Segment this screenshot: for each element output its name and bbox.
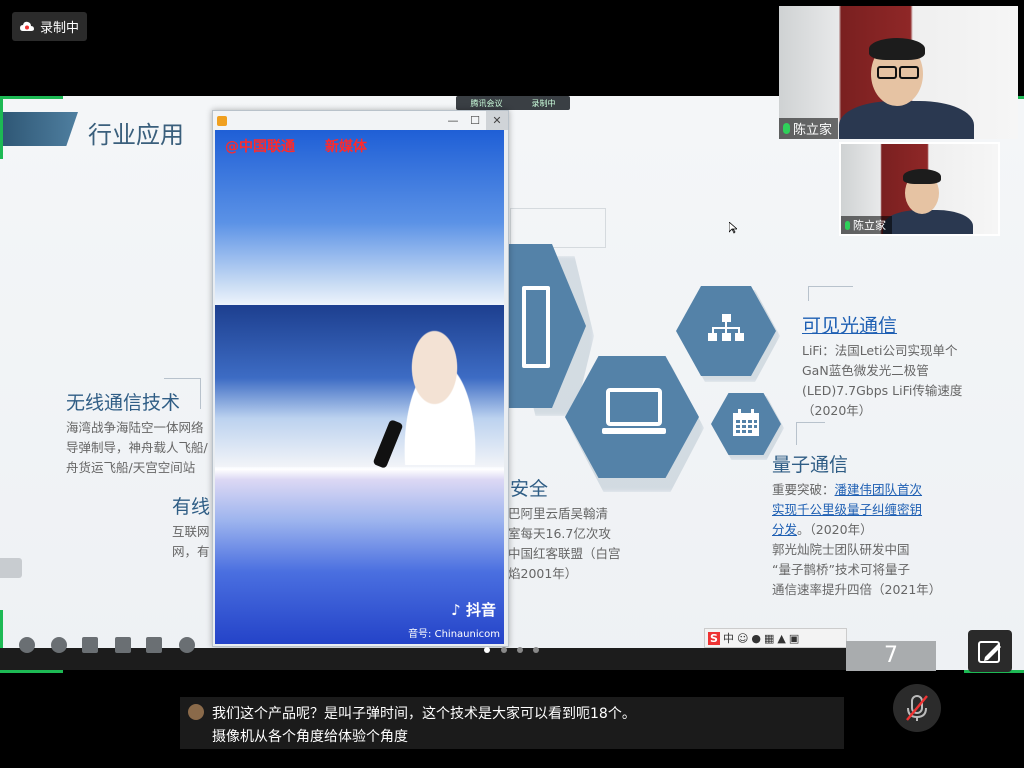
mouse-cursor-icon <box>728 219 739 238</box>
video-reporter <box>385 315 495 465</box>
slide-page-number: 7 <box>846 641 936 671</box>
recording-label: 录制中 <box>40 21 80 36</box>
wired-body: 互联网 网，有 <box>172 524 210 559</box>
video-account-label: 音号: Chinaunicom <box>408 629 500 640</box>
edit-icon <box>978 641 1001 663</box>
quantum-title: 量子通信 <box>772 454 849 476</box>
video-player-window[interactable]: — ☐ ✕ @中国联通 新媒体 ♪ 抖音 音号: Chinaunicom <box>212 110 509 647</box>
subtitle-line-2: 摄像机从各个角度给体验个角度 <box>212 729 408 745</box>
bar-chart-icon <box>522 286 550 368</box>
ime-keyboard-icon[interactable]: ▦ <box>764 632 774 645</box>
ime-emoji-icon[interactable]: ☺ <box>737 632 748 645</box>
quantum-link[interactable]: 潘建伟团队首次 <box>835 482 923 497</box>
sogou-logo-icon: S <box>708 631 720 645</box>
meeting-app-label: 腾讯会议 <box>470 98 503 108</box>
close-icon[interactable]: ✕ <box>486 111 508 130</box>
ime-language-label[interactable]: 中 <box>723 630 734 646</box>
glasses <box>899 66 919 79</box>
connector-line <box>796 422 825 445</box>
connector-line <box>808 286 853 301</box>
quantum-link[interactable]: 实现千公里级量子纠缠密钥 <box>772 502 922 517</box>
slide-title: 行业应用 <box>88 121 184 149</box>
maximize-icon[interactable]: ☐ <box>464 111 486 130</box>
participant-hair <box>903 169 941 184</box>
share-frame-corner <box>0 96 63 159</box>
glasses <box>877 66 897 79</box>
security-title: 安全 <box>510 478 549 500</box>
camera-icon[interactable] <box>146 637 162 653</box>
security-body: 巴阿里云盾吴翰清 室每天16.7亿次攻 中国红客联盟（白宫 焰2001年） <box>508 506 621 581</box>
page-dot[interactable] <box>501 647 507 653</box>
participant-video-main[interactable]: 陈立家 <box>779 6 1018 139</box>
quantum-link[interactable]: 分发 <box>772 522 797 537</box>
video-content[interactable]: @中国联通 新媒体 ♪ 抖音 音号: Chinaunicom <box>215 130 504 644</box>
ime-mic-icon[interactable]: ● <box>751 632 761 645</box>
video-window-titlebar[interactable]: — ☐ ✕ <box>213 111 508 130</box>
screenshot-icon[interactable] <box>115 637 131 653</box>
tiktok-logo: ♪ 抖音 <box>451 601 496 619</box>
participant-name-tag: 陈立家 <box>779 118 839 139</box>
ime-grid-icon[interactable]: ▣ <box>789 632 799 645</box>
page-dot-active[interactable] <box>484 647 490 653</box>
participant-hair <box>869 38 925 60</box>
side-menu-handle[interactable] <box>0 558 22 578</box>
video-brand-label: @中国联通 <box>225 139 295 155</box>
annotate-button[interactable] <box>968 630 1012 672</box>
tiktok-icon: ♪ <box>451 601 461 619</box>
participant-body <box>839 101 974 139</box>
wired-title: 有线 <box>172 496 211 518</box>
mute-button[interactable] <box>893 684 941 732</box>
microphone-on-icon <box>783 123 790 134</box>
pen-icon[interactable] <box>82 637 98 653</box>
live-subtitles: 我们这个产品呢？是叫子弹时间，这个技术是大家可以看到呃18个。 摄像机从各个角度… <box>180 697 844 749</box>
calendar-icon <box>732 409 760 441</box>
prev-slide-icon[interactable] <box>19 637 35 653</box>
meeting-status-badge: 腾讯会议 录制中 <box>456 96 570 110</box>
microphone-muted-icon <box>906 695 928 721</box>
ime-skin-icon[interactable]: ▲ <box>777 632 785 645</box>
laptop-icon <box>602 388 666 434</box>
microphone-on-icon <box>845 220 850 230</box>
minimize-icon[interactable]: — <box>442 111 464 130</box>
page-dot[interactable] <box>533 647 539 653</box>
meeting-recording-label: 录制中 <box>531 98 556 108</box>
input-method-toolbar[interactable]: S 中 ☺ ● ▦ ▲ ▣ <box>704 628 847 648</box>
wireless-title: 无线通信技术 <box>66 392 181 414</box>
visible-light-title[interactable]: 可见光通信 <box>802 311 897 338</box>
speaker-avatar <box>188 704 204 720</box>
participant-body <box>883 210 973 234</box>
wireless-body: 海湾战争海陆空一体网络 导弹制导，神舟载人飞船/舟货运飞船/天宫空间站 <box>66 420 208 475</box>
player-app-icon <box>217 115 227 126</box>
recording-badge[interactable]: 录制中 <box>12 12 87 41</box>
visible-light-body: LiFi：法国Leti公司实现单个 GaN蓝色微发光二极管 (LED)7.7Gbps… <box>802 343 963 418</box>
network-icon <box>708 314 744 348</box>
subtitle-line-1: 我们这个产品呢？是叫子弹时间，这个技术是大家可以看到呃18个。 <box>212 706 636 722</box>
video-brand-sub-label: 新媒体 <box>325 139 367 155</box>
decor-box <box>510 208 606 248</box>
participant-video-self[interactable]: 陈立家 <box>839 142 1000 236</box>
participant-name-tag: 陈立家 <box>841 216 892 234</box>
cloud-record-icon <box>20 21 34 32</box>
quantum-body: 重要突破：潘建伟团队首次 实现千公里级量子纠缠密钥 分发。（2020年） 郭光灿… <box>772 482 942 597</box>
page-dot[interactable] <box>517 647 523 653</box>
next-slide-icon[interactable] <box>51 637 67 653</box>
more-icon[interactable] <box>179 637 195 653</box>
